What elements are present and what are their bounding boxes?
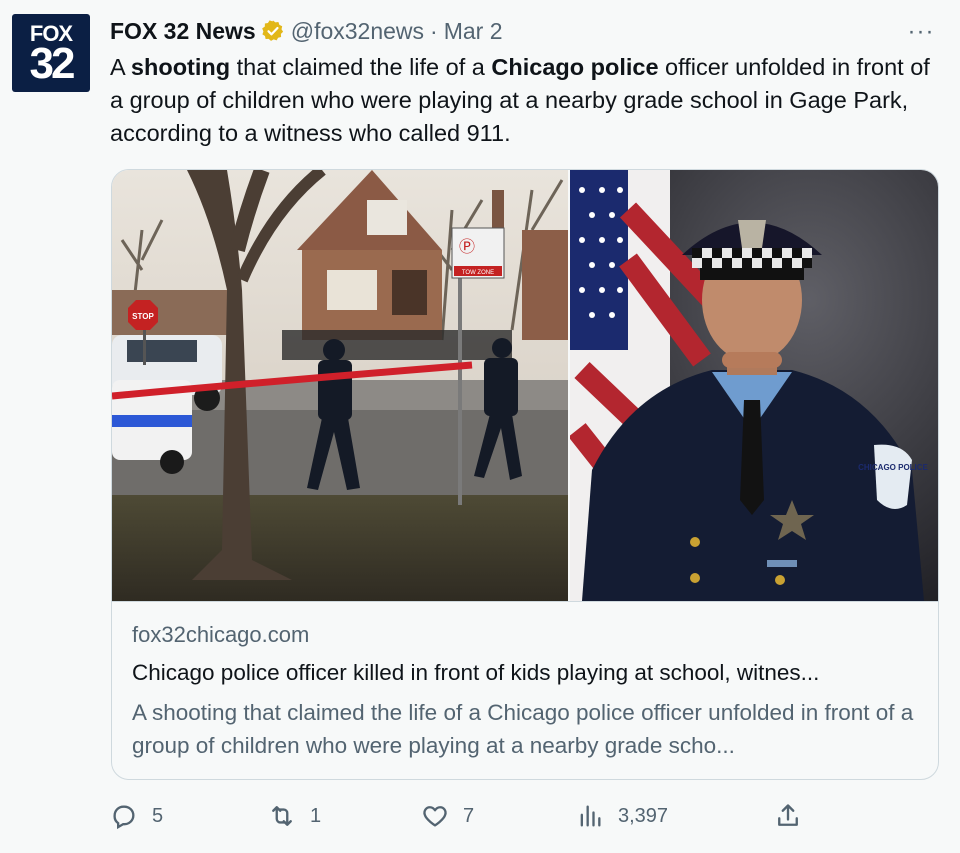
card-description: A shooting that claimed the life of a Ch… <box>132 700 914 758</box>
card-meta[interactable]: fox32chicago.com Chicago police officer … <box>112 601 938 779</box>
header-separator: · <box>430 17 438 44</box>
heart-icon <box>423 806 447 827</box>
more-options-icon[interactable]: ··· <box>904 18 938 46</box>
patch-text: CHICAGO POLICE <box>858 463 928 472</box>
tweet-text-bold: shooting <box>130 54 231 80</box>
tweet-date[interactable]: Mar 2 <box>444 18 503 45</box>
views-icon <box>580 805 601 827</box>
account-name[interactable]: FOX 32 News <box>110 18 256 45</box>
tweet-header: FOX 32 News @fox32news · Mar 2 <box>110 14 503 48</box>
reply-button[interactable]: 5 <box>110 796 163 836</box>
repost-icon <box>272 806 292 826</box>
tweet-actions: 5 1 7 3,397 <box>110 796 940 836</box>
avatar-logo-number: 32 <box>29 39 76 88</box>
card-media[interactable]: STOP Ⓟ TOW ZONE CHICAGO POLICE <box>112 170 938 601</box>
stop-sign-text: STOP <box>132 312 154 321</box>
repost-count: 1 <box>310 804 322 827</box>
like-count: 7 <box>463 804 475 827</box>
tow-zone-text: TOW ZONE <box>462 270 494 276</box>
card-title[interactable]: Chicago police officer killed in front o… <box>132 660 922 686</box>
officer-portrait-photo: CHICAGO POLICE <box>570 170 938 601</box>
account-handle[interactable]: @fox32news <box>291 18 424 45</box>
crime-scene-photo: STOP Ⓟ TOW ZONE <box>112 170 568 601</box>
gold-verified-icon[interactable] <box>261 19 285 43</box>
card-domain[interactable]: fox32chicago.com <box>132 622 309 648</box>
reply-count: 5 <box>152 804 164 827</box>
avatar[interactable]: FOX 32 <box>12 14 90 92</box>
like-button[interactable]: 7 <box>421 796 474 836</box>
repost-button[interactable]: 1 <box>268 796 321 836</box>
tweet-text: A shooting that claimed the life of a Ch… <box>110 51 940 150</box>
share-icon <box>778 804 798 826</box>
parking-sign-text: Ⓟ <box>459 237 475 256</box>
tweet-text-part: that claimed the life of a <box>230 54 492 80</box>
card-photos: STOP Ⓟ TOW ZONE CHICAGO POLICE <box>112 170 938 601</box>
tweet-text-part: A <box>110 54 131 80</box>
view-count: 3,397 <box>618 804 669 827</box>
share-button[interactable] <box>774 796 816 836</box>
tweet-text-bold: Chicago police <box>491 54 659 80</box>
views-button[interactable]: 3,397 <box>576 796 668 836</box>
link-card[interactable]: STOP Ⓟ TOW ZONE CHICAGO POLICE fox32chic… <box>111 169 939 780</box>
reply-icon <box>113 805 135 830</box>
